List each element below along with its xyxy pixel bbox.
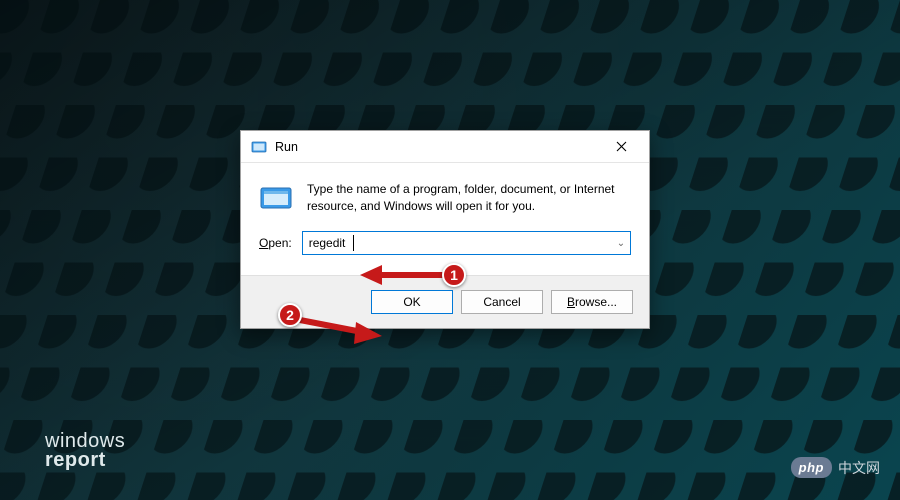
close-button[interactable] — [599, 132, 643, 162]
callout-1: 1 — [442, 263, 466, 287]
titlebar[interactable]: Run — [241, 131, 649, 163]
browse-button[interactable]: Browse... — [551, 290, 633, 314]
php-text: 中文网 — [838, 458, 880, 478]
dialog-body: Type the name of a program, folder, docu… — [241, 163, 649, 231]
close-icon — [616, 141, 627, 152]
ok-button[interactable]: OK — [371, 290, 453, 314]
open-combobox[interactable]: ⌄ — [302, 231, 631, 255]
watermark-windows-report: windows report — [45, 432, 125, 470]
watermark-line2: report — [45, 451, 125, 470]
callout-2: 2 — [278, 303, 302, 327]
dialog-title: Run — [275, 140, 599, 154]
php-badge: php — [791, 457, 832, 478]
chevron-down-icon[interactable]: ⌄ — [612, 238, 630, 249]
run-body-icon — [259, 181, 293, 215]
open-label: Open: — [259, 236, 292, 250]
open-input[interactable] — [303, 232, 612, 254]
run-title-icon — [251, 139, 267, 155]
dialog-description: Type the name of a program, folder, docu… — [307, 181, 631, 215]
watermark-php: php 中文网 — [791, 457, 880, 478]
text-caret — [353, 235, 354, 251]
run-dialog: Run Type the name of a program, folder, … — [240, 130, 650, 329]
cancel-button[interactable]: Cancel — [461, 290, 543, 314]
